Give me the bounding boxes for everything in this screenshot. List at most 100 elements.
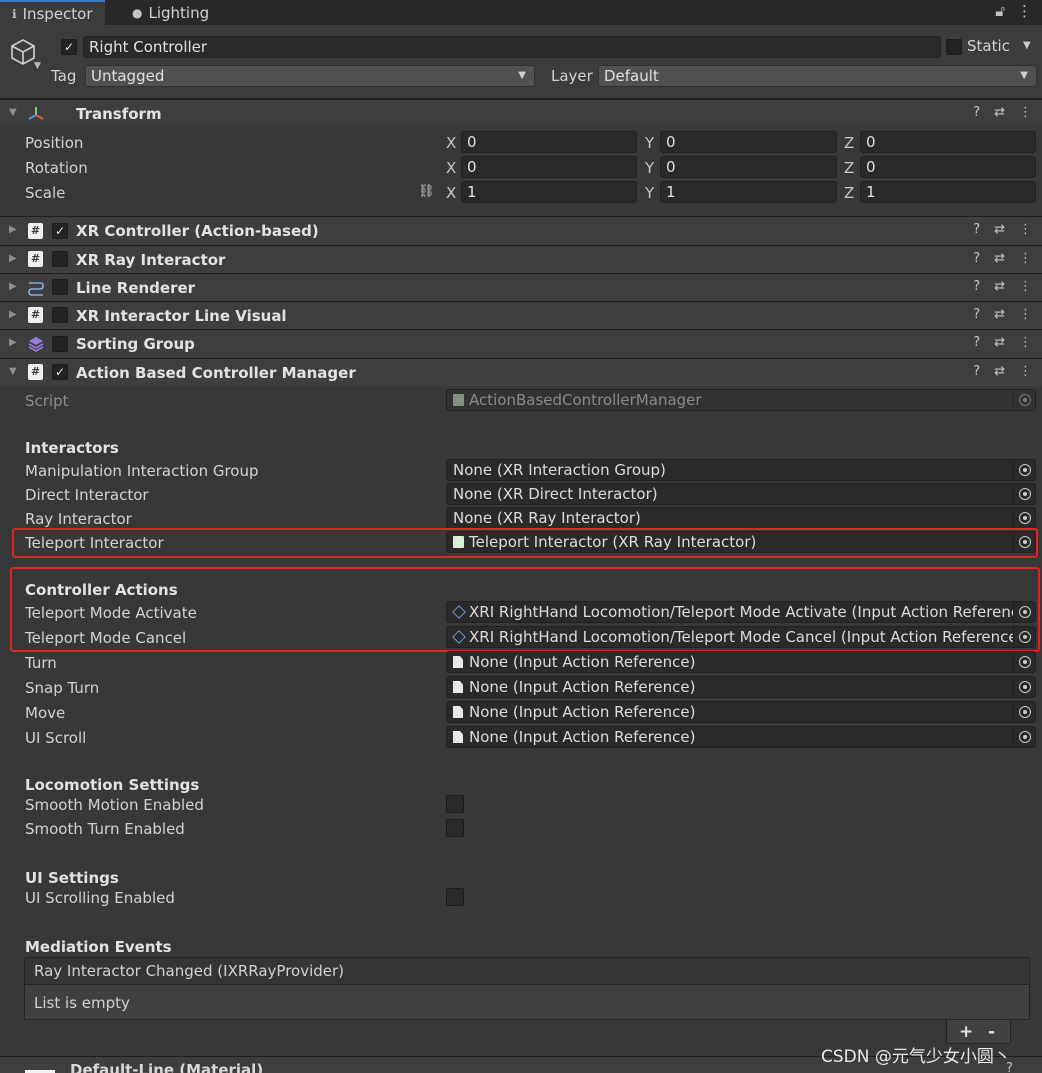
component-enabled-checkbox[interactable] [52, 279, 68, 295]
chevron-down-icon: ▼ [518, 70, 526, 81]
turn-field[interactable]: None (Input Action Reference) [446, 651, 1036, 673]
ray-interactor-field[interactable]: None (XR Ray Interactor) [446, 507, 1036, 529]
move-field[interactable]: None (Input Action Reference) [446, 701, 1036, 723]
lock-icon[interactable]: 🔓︎ [995, 2, 1005, 20]
remove-button[interactable]: - [988, 1022, 995, 1042]
rotation-z-field[interactable]: 0 [860, 156, 1036, 178]
manipulation-group-field[interactable]: None (XR Interaction Group) [446, 459, 1036, 481]
position-z-field[interactable]: 0 [860, 131, 1036, 153]
position-x-field[interactable]: 0 [461, 131, 637, 153]
component-enabled-checkbox[interactable]: ✓ [52, 364, 68, 380]
static-dropdown-icon[interactable]: ▼ [1023, 40, 1031, 51]
highlight-box-controller-actions [10, 567, 1040, 652]
help-icon[interactable]: ? [973, 222, 980, 237]
object-picker-icon[interactable] [1013, 484, 1035, 504]
ui-settings-header: UI Settings [25, 869, 119, 887]
foldout-collapsed-icon[interactable]: ▶ [9, 253, 17, 264]
help-icon[interactable]: ? [973, 364, 980, 379]
transform-header[interactable]: ▼ Transform ? ⇄ ⋮ [0, 99, 1042, 127]
object-picker-icon[interactable] [1013, 702, 1035, 722]
foldout-expanded-icon[interactable]: ▼ [9, 107, 17, 118]
snap-turn-field[interactable]: None (Input Action Reference) [446, 676, 1036, 698]
presets-icon[interactable]: ⇄ [994, 335, 1005, 350]
foldout-expanded-icon[interactable]: ▼ [9, 366, 17, 377]
component-enabled-checkbox[interactable] [52, 251, 68, 267]
script-icon: # [28, 251, 43, 267]
object-picker-icon[interactable] [1013, 652, 1035, 672]
smooth-turn-checkbox[interactable] [446, 819, 464, 837]
object-picker-icon[interactable] [1013, 677, 1035, 697]
presets-icon[interactable]: ⇄ [994, 251, 1005, 266]
constrain-proportions-icon[interactable]: ⛓ [418, 184, 435, 199]
ui-scroll-field[interactable]: None (Input Action Reference) [446, 726, 1036, 748]
object-picker-icon[interactable] [1013, 727, 1035, 747]
component-sorting-group[interactable]: ▶ Sorting Group ? ⇄ ⋮ [0, 329, 1042, 358]
more-menu-icon[interactable]: ⋮ [1019, 279, 1032, 294]
presets-icon[interactable]: ⇄ [994, 105, 1005, 120]
foldout-collapsed-icon[interactable]: ▶ [9, 224, 17, 235]
component-title: Line Renderer [76, 279, 196, 297]
tab-inspector[interactable]: ℹ Inspector [0, 0, 105, 25]
gameobject-cube-icon[interactable] [9, 37, 37, 65]
transform-axes-icon [28, 107, 44, 120]
component-line-renderer[interactable]: ▶ Line Renderer ? ⇄ ⋮ [0, 273, 1042, 301]
active-checkbox[interactable]: ✓ [61, 39, 77, 55]
smooth-motion-checkbox[interactable] [446, 795, 464, 813]
bulb-icon: ● [132, 5, 143, 20]
position-y-field[interactable]: 0 [660, 131, 837, 153]
more-menu-icon[interactable]: ⋮ [1019, 105, 1032, 120]
tab-bar: ℹ Inspector ● Lighting 🔓︎ ⋮ [0, 0, 1042, 25]
more-menu-icon[interactable]: ⋮ [1019, 307, 1032, 322]
component-enabled-checkbox[interactable] [52, 336, 68, 352]
axis-z-label: Z [844, 134, 855, 152]
direct-interactor-field[interactable]: None (XR Direct Interactor) [446, 483, 1036, 505]
info-icon: ℹ [12, 6, 17, 21]
layer-label: Layer [551, 67, 593, 85]
presets-icon[interactable]: ⇄ [994, 279, 1005, 294]
object-picker-icon[interactable] [1013, 508, 1035, 528]
foldout-collapsed-icon[interactable]: ▶ [9, 281, 17, 292]
ray-interactor-label: Ray Interactor [25, 510, 132, 528]
chevron-down-icon[interactable]: ▼ [34, 61, 41, 71]
help-icon[interactable]: ? [973, 279, 980, 294]
help-icon[interactable]: ? [973, 307, 980, 322]
document-icon [453, 681, 463, 693]
presets-icon[interactable]: ⇄ [994, 222, 1005, 237]
line-renderer-icon [28, 282, 44, 296]
tag-dropdown[interactable]: Untagged ▼ [85, 65, 535, 87]
scale-x-field[interactable]: 1 [461, 181, 637, 203]
presets-icon[interactable]: ⇄ [994, 364, 1005, 379]
scale-z-field[interactable]: 1 [860, 181, 1036, 203]
more-menu-icon[interactable]: ⋮ [1019, 251, 1032, 266]
more-menu-icon[interactable]: ⋮ [1019, 335, 1032, 350]
rotation-y-field[interactable]: 0 [660, 156, 837, 178]
foldout-collapsed-icon[interactable]: ▶ [9, 337, 17, 348]
component-action-based-controller-manager[interactable]: ▼ # ✓ Action Based Controller Manager ? ⇄… [0, 358, 1042, 386]
field-value: None (XR Interaction Group) [453, 461, 666, 479]
axis-y-label: Y [645, 159, 655, 177]
more-menu-icon[interactable]: ⋮ [1019, 364, 1032, 379]
add-button[interactable]: + [959, 1022, 973, 1042]
watermark: CSDN @元气少女小圆丶 [821, 1047, 1011, 1067]
scale-y-field[interactable]: 1 [660, 181, 837, 203]
tab-lighting[interactable]: ● Lighting [120, 0, 221, 25]
rotation-x-field[interactable]: 0 [461, 156, 637, 178]
component-enabled-checkbox[interactable] [52, 307, 68, 323]
foldout-collapsed-icon[interactable]: ▶ [9, 309, 17, 320]
more-menu-icon[interactable]: ⋮ [1019, 222, 1032, 237]
layer-dropdown[interactable]: Default ▼ [598, 65, 1037, 87]
component-enabled-checkbox[interactable]: ✓ [52, 223, 68, 239]
component-xr-interactor-line-visual[interactable]: ▶ # XR Interactor Line Visual ? ⇄ ⋮ [0, 301, 1042, 329]
object-picker-icon[interactable] [1013, 460, 1035, 480]
ui-scrolling-checkbox[interactable] [446, 888, 464, 906]
direct-interactor-label: Direct Interactor [25, 486, 149, 504]
help-icon[interactable]: ? [973, 335, 980, 350]
object-name-field[interactable]: Right Controller [83, 36, 941, 58]
help-icon[interactable]: ? [973, 251, 980, 266]
component-xr-ray-interactor[interactable]: ▶ # XR Ray Interactor ? ⇄ ⋮ [0, 245, 1042, 273]
more-menu-icon[interactable]: ⋮ [1017, 2, 1032, 20]
help-icon[interactable]: ? [973, 105, 980, 120]
component-xr-controller[interactable]: ▶ # ✓ XR Controller (Action-based) ? ⇄ ⋮ [0, 216, 1042, 245]
presets-icon[interactable]: ⇄ [994, 307, 1005, 322]
static-checkbox[interactable] [946, 39, 962, 55]
